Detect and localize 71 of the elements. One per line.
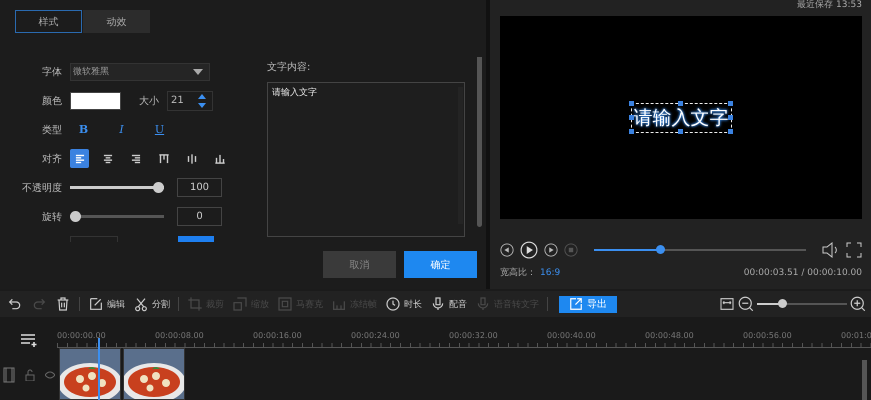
tab[interactable]: 样式 [15,10,82,33]
field-label: 字体 [41,66,62,78]
ruler-label: 00:01:0 [841,331,871,340]
size-spinner[interactable]: 21 [167,90,213,110]
spinner-arrows-icon [198,94,206,108]
align-icon [156,152,170,166]
tab[interactable]: 动效 [83,10,150,33]
zoom-slider-thumb[interactable] [778,299,788,308]
text-area[interactable]: 请输入文字 [267,82,465,237]
value-field[interactable]: 0 [177,207,222,226]
field-label: 类型 [41,124,62,136]
dialog-button[interactable]: 取消 [323,251,396,278]
volume-icon[interactable] [822,242,840,258]
export-icon [569,297,583,311]
ruler-label: 00:00:40.00 [547,331,597,340]
ruler-label: 00:00:24.00 [351,331,401,340]
tool-button[interactable]: 配音 [427,296,470,312]
field-label: 旋转 [41,210,62,224]
field-label: 对齐 [41,152,62,166]
dropdown-arrow-icon [193,68,203,74]
color-swatch[interactable] [70,92,121,110]
crop-icon [187,296,203,312]
fullscreen-icon[interactable] [846,242,862,258]
font-select[interactable]: 微软雅黑 [70,62,210,80]
previous-frame-icon[interactable] [500,243,514,257]
resize-icon [232,296,248,312]
fit-timeline-icon[interactable] [719,296,735,312]
field-label: 文字内容: [267,60,312,74]
video-clip[interactable] [59,348,121,400]
microphone-icon [430,296,446,312]
mosaic-icon [277,296,293,312]
ruler-label: 00:00:32.00 [449,331,499,340]
timecode: 00:00:03.51 / 00:00:10.00 [744,268,862,278]
zoom-out-icon[interactable] [737,295,755,313]
field-label: 大小 [139,94,159,108]
text-style-button[interactable]: U [146,123,173,136]
next-frame-icon[interactable] [544,243,558,257]
microphone-icon [475,296,491,312]
value-field[interactable]: 100 [177,178,222,197]
lock-icon[interactable] [24,369,34,381]
tool-button[interactable]: 编辑 [85,296,128,312]
ruler-label: 00:00:48.00 [645,331,695,340]
tool-button[interactable]: 分割 [130,296,173,312]
add-track-icon[interactable] [20,333,38,347]
dialog-button[interactable]: 确定 [404,251,477,278]
ruler-label: 00:00:56.00 [743,331,793,340]
film-icon [2,367,14,383]
ruler-label: 00:00:00.00 [57,331,107,340]
zoom-in-icon[interactable] [849,295,867,313]
eye-icon[interactable] [44,371,54,379]
tool-button[interactable]: 时长 [382,296,425,312]
text-style-button[interactable]: I [108,123,135,136]
aspect-ratio-label: 宽高比： [500,266,536,279]
video-clip[interactable] [123,348,185,400]
aspect-ratio-value[interactable]: 16:9 [540,268,560,278]
text-style-button[interactable]: B [70,123,97,136]
export-button[interactable]: 导出 [559,296,617,312]
slider-thumb[interactable] [70,211,81,222]
play-icon[interactable] [520,241,538,259]
scrollbar[interactable] [458,87,463,224]
scissors-icon [133,296,149,312]
clock-icon [385,296,401,312]
scrollbar[interactable] [862,360,867,400]
ruler-label: 00:00:08.00 [155,331,205,340]
ruler-label: 00:00:16.00 [253,331,303,340]
slider-thumb[interactable] [153,182,164,193]
scrollbar[interactable] [477,57,482,227]
edit-icon [88,296,104,312]
field-label: 不透明度 [21,182,62,194]
progress-thumb[interactable] [656,245,665,254]
field-label: 颜色 [41,94,62,108]
